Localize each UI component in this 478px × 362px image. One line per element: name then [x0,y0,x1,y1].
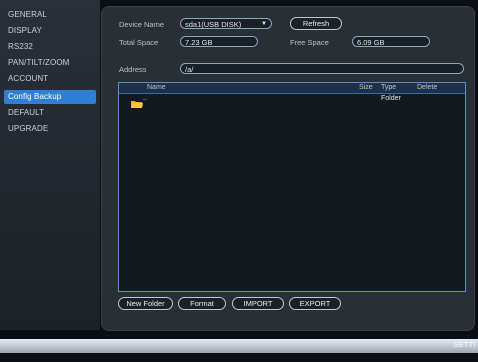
chevron-down-icon: ▼ [261,21,267,27]
folder-icon [131,95,143,108]
export-button[interactable]: EXPORT [289,297,341,310]
address-field[interactable]: /a/ [180,63,464,74]
sidebar-item-pan-tilt-zoom[interactable]: PAN/TILT/ZOOM [8,56,69,70]
device-name-label: Device Name [119,20,165,29]
row-name: .. [143,95,147,102]
table-header: Name Size Type Delete [119,83,465,94]
free-space-label: Free Space [290,38,329,47]
free-space-field: 6.09 GB [352,36,430,47]
format-button[interactable]: Format [178,297,226,310]
sidebar-item-rs232[interactable]: RS232 [8,40,33,54]
column-header-type: Type [381,84,397,91]
footer-title: SETTI [453,342,476,349]
sidebar-item-config-backup[interactable]: Config Backup [4,90,96,104]
column-header-name: Name [147,84,166,91]
device-name-value: sda1(USB DISK) [185,20,242,29]
file-table: Name Size Type Delete .. Folder [118,82,466,292]
new-folder-button[interactable]: New Folder [118,297,173,310]
column-header-size: Size [359,84,373,91]
sidebar: GENERAL DISPLAY RS232 PAN/TILT/ZOOM ACCO… [0,0,100,330]
refresh-button[interactable]: Refresh [290,17,342,30]
total-space-label: Total Space [119,38,159,47]
table-row[interactable]: .. Folder [119,94,465,108]
column-header-delete: Delete [417,84,438,91]
sidebar-item-upgrade[interactable]: UPGRADE [8,122,48,136]
import-button[interactable]: IMPORT [232,297,284,310]
address-label: Address [119,65,147,74]
sidebar-item-default[interactable]: DEFAULT [8,106,44,120]
sidebar-item-account[interactable]: ACCOUNT [8,72,48,86]
sidebar-item-display[interactable]: DISPLAY [8,24,42,38]
row-type: Folder [381,95,401,102]
device-name-dropdown[interactable]: sda1(USB DISK) ▼ [180,18,272,29]
total-space-field: 7.23 GB [180,36,258,47]
sidebar-item-general[interactable]: GENERAL [8,8,47,22]
footer-bar [0,339,478,353]
